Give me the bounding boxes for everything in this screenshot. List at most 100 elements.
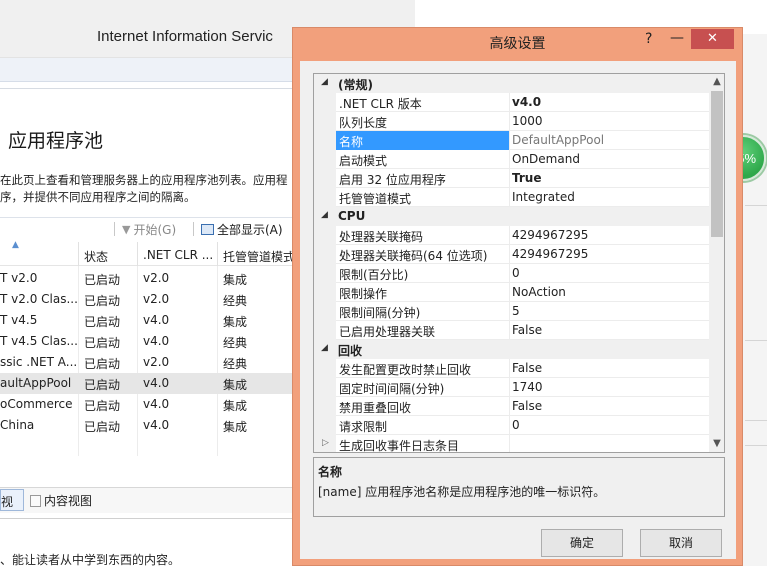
scroll-down-icon[interactable]: ▼	[709, 436, 724, 452]
pool-pipeline: 经典	[223, 336, 248, 350]
property-row-disable-overlap[interactable]: 禁用重叠回收 False	[336, 397, 709, 416]
show-all-button-label: 全部显示(A)	[217, 223, 283, 237]
view-tabs: 视图 内容视图	[0, 487, 300, 513]
expand-icon[interactable]: ▷	[322, 438, 329, 448]
status-text: 、能让读者从中学到东西的内容。	[0, 553, 181, 567]
background-row-line	[745, 340, 767, 341]
pool-row[interactable]: T v4.5 Clas... 已启动 v4.0 经典	[0, 331, 300, 352]
pool-pipeline: 集成	[223, 378, 248, 392]
pool-pipeline: 经典	[223, 294, 248, 308]
collapse-icon[interactable]: ◢	[321, 77, 328, 87]
pool-status: 已启动	[84, 378, 121, 392]
pool-row[interactable]: T v4.5 已启动 v4.0 集成	[0, 310, 300, 331]
pool-pipeline: 经典	[223, 357, 248, 371]
minimize-button[interactable]: —	[667, 30, 687, 48]
pool-name: T v4.5	[0, 313, 38, 327]
property-key: 请求限制	[336, 416, 510, 435]
ok-button[interactable]: 确定	[541, 529, 623, 557]
property-value[interactable]: 5	[512, 304, 520, 318]
pool-status: 已启动	[84, 315, 121, 329]
pool-clr-version: v2.0	[143, 355, 170, 369]
start-button-label: 开始(G)	[133, 223, 177, 237]
pool-row[interactable]: ssic .NET A... 已启动 v2.0 经典	[0, 352, 300, 373]
pool-name: ssic .NET A...	[0, 355, 78, 369]
column-header-pipeline[interactable]: 托管管道模式	[223, 248, 295, 265]
property-row-request-limit[interactable]: 请求限制 0	[336, 416, 709, 435]
property-row-limit-interval[interactable]: 限制间隔(分钟) 5	[336, 302, 709, 321]
show-all-button[interactable]: 全部显示(A)	[201, 221, 283, 238]
pool-row[interactable]: T v2.0 Clas... 已启动 v2.0 经典	[0, 289, 300, 310]
property-value[interactable]: DefaultAppPool	[512, 133, 604, 147]
column-divider[interactable]	[137, 242, 138, 266]
property-value[interactable]: False	[512, 361, 542, 375]
property-value[interactable]: 0	[512, 418, 520, 432]
close-button[interactable]: ✕	[691, 29, 734, 49]
pool-row-selected[interactable]: aultAppPool 已启动 v4.0 集成	[0, 373, 300, 394]
status-bar: 、能让读者从中学到东西的内容。	[0, 518, 300, 567]
property-value[interactable]: Integrated	[512, 190, 575, 204]
property-grid[interactable]: ◢ (常规) .NET CLR 版本 v4.0 队列长度 1000 名称 Def…	[313, 73, 725, 453]
property-row-affinity-enabled[interactable]: 已启用处理器关联 False	[336, 321, 709, 340]
pool-row[interactable]: oCommerce 已启动 v4.0 集成	[0, 394, 300, 415]
category-recycling[interactable]: ◢ 回收	[314, 340, 709, 359]
property-row-name[interactable]: 名称 DefaultAppPool	[336, 131, 709, 150]
pool-clr-version: v4.0	[143, 376, 170, 390]
property-value[interactable]: False	[512, 323, 542, 337]
category-cpu[interactable]: ◢ CPU	[314, 207, 709, 226]
collapse-icon[interactable]: ◢	[321, 210, 328, 220]
property-value[interactable]: NoAction	[512, 285, 566, 299]
property-row-disable-recycle-on-config[interactable]: 发生配置更改时禁止回收 False	[336, 359, 709, 378]
property-value[interactable]: 0	[512, 266, 520, 280]
property-value[interactable]: OnDemand	[512, 152, 580, 166]
scrollbar-thumb[interactable]	[711, 91, 723, 237]
background-row-line	[745, 445, 767, 446]
page-title: 应用程序池	[8, 130, 104, 152]
column-header-clr[interactable]: .NET CLR ...	[143, 248, 213, 262]
property-row-fixed-interval[interactable]: 固定时间间隔(分钟) 1740	[336, 378, 709, 397]
property-row-enable-32bit[interactable]: 启用 32 位应用程序 True	[336, 169, 709, 188]
property-grid-scrollbar[interactable]: ▲ ▼	[709, 74, 724, 452]
help-button[interactable]: ?	[645, 31, 652, 47]
category-general[interactable]: ◢ (常规)	[314, 74, 709, 93]
start-button[interactable]: ▼ 开始(G)	[122, 221, 176, 238]
property-value[interactable]: v4.0	[512, 95, 541, 109]
property-value[interactable]: 1000	[512, 114, 543, 128]
pool-name: T v2.0 Clas...	[0, 292, 78, 306]
address-bar[interactable]	[0, 58, 300, 82]
sort-ascending-icon[interactable]: ▲	[12, 240, 19, 250]
pool-status: 已启动	[84, 336, 121, 350]
property-key: 已启用处理器关联	[336, 321, 510, 340]
property-row-pipeline-mode[interactable]: 托管管道模式 Integrated	[336, 188, 709, 207]
property-key: 名称	[336, 131, 510, 150]
property-key: 队列长度	[336, 112, 510, 131]
property-row-start-mode[interactable]: 启动模式 OnDemand	[336, 150, 709, 169]
property-value[interactable]: 4294967295	[512, 228, 588, 242]
property-row-limit-percent[interactable]: 限制(百分比) 0	[336, 264, 709, 283]
property-row-queue-length[interactable]: 队列长度 1000	[336, 112, 709, 131]
page-description: 在此页上查看和管理服务器上的应用程序池列表。应用程 序，并提供不同应用程序之间的…	[0, 172, 288, 206]
property-row-clr-version[interactable]: .NET CLR 版本 v4.0	[336, 93, 709, 112]
scroll-up-icon[interactable]: ▲	[709, 74, 724, 90]
iis-window-title: Internet Information Servic	[97, 28, 273, 45]
property-row-affinity-mask[interactable]: 处理器关联掩码 4294967295	[336, 226, 709, 245]
background-row-line	[745, 420, 767, 421]
column-divider[interactable]	[217, 242, 218, 266]
property-row-limit-action[interactable]: 限制操作 NoAction	[336, 283, 709, 302]
tab-feature-view[interactable]: 视图	[0, 489, 24, 511]
property-row-affinity-mask-64[interactable]: 处理器关联掩码(64 位选项) 4294967295	[336, 245, 709, 264]
property-value[interactable]: 1740	[512, 380, 543, 394]
property-value[interactable]: 4294967295	[512, 247, 588, 261]
column-divider[interactable]	[78, 242, 79, 266]
tab-content-view[interactable]: 内容视图	[30, 492, 92, 509]
property-key: 限制操作	[336, 283, 510, 302]
property-row-log-events[interactable]: ▷ 生成回收事件日志条目	[314, 435, 709, 452]
property-value[interactable]: True	[512, 171, 541, 185]
cancel-button[interactable]: 取消	[640, 529, 722, 557]
property-value[interactable]: False	[512, 399, 542, 413]
pool-row[interactable]: T v2.0 已启动 v2.0 集成	[0, 268, 300, 289]
pool-row[interactable]: China 已启动 v4.0 集成	[0, 415, 300, 436]
pool-name: T v4.5 Clas...	[0, 334, 78, 348]
column-header-status[interactable]: 状态	[84, 248, 108, 265]
description-text: [name] 应用程序池名称是应用程序池的唯一标识符。	[318, 485, 606, 499]
collapse-icon[interactable]: ◢	[321, 343, 328, 353]
